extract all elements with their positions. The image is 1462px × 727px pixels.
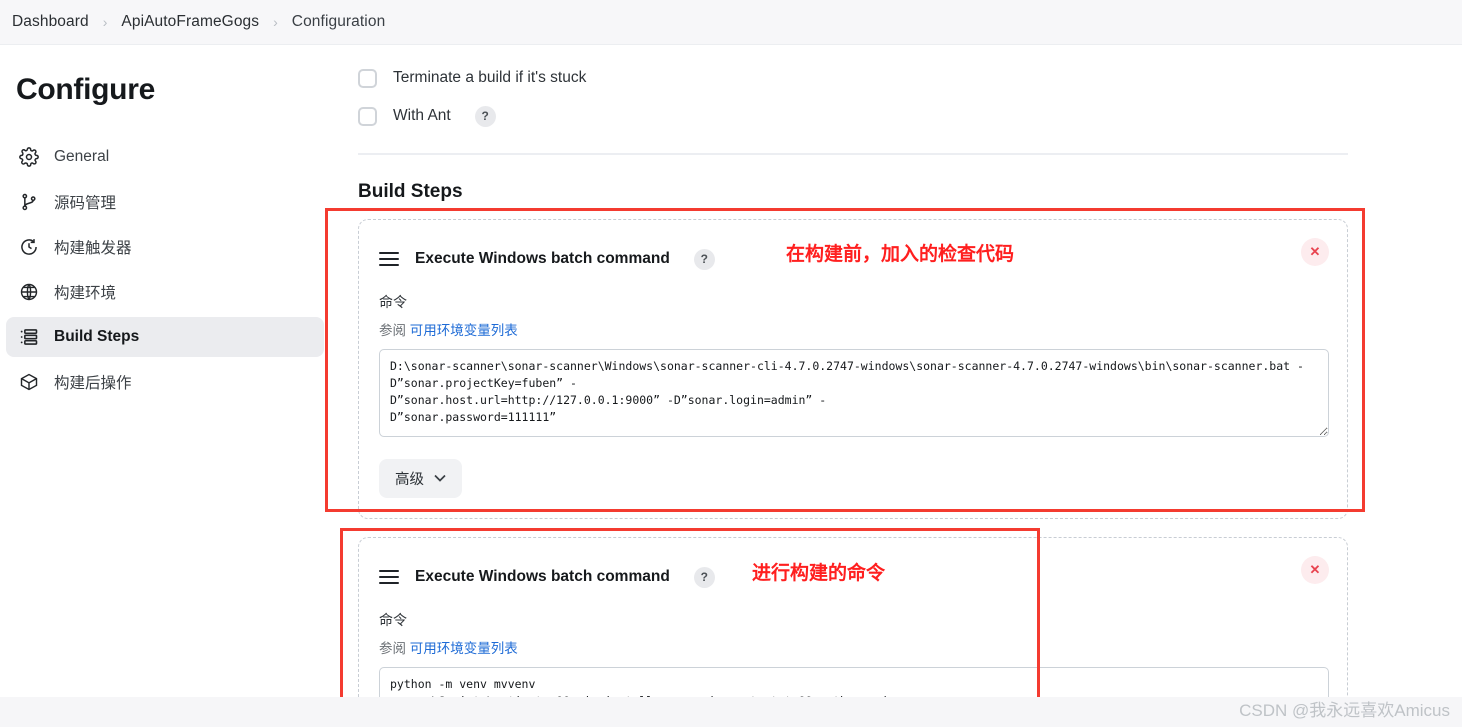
section-divider	[358, 153, 1348, 155]
sidebar-nav: General 源码管理 构建触发器 构建环境 Build Steps 构建后操…	[0, 137, 330, 402]
breadcrumb: Dashboard › ApiAutoFrameGogs › Configura…	[0, 0, 1462, 45]
drag-handle-icon[interactable]	[379, 252, 399, 266]
env-vars-note: 参阅 可用环境变量列表	[379, 637, 1327, 657]
breadcrumb-separator-icon: ›	[273, 14, 278, 30]
with-ant-label: With Ant	[393, 107, 451, 124]
help-icon[interactable]: ?	[693, 566, 715, 588]
breadcrumb-item-configuration[interactable]: Configuration	[288, 11, 390, 33]
sidebar-item-build-environment[interactable]: 构建环境	[6, 272, 324, 312]
with-ant-checkbox[interactable]	[358, 106, 377, 126]
terminate-stuck-checkbox[interactable]	[358, 68, 377, 88]
help-icon[interactable]: ?	[693, 248, 715, 270]
build-steps-heading: Build Steps	[358, 181, 463, 202]
clock-icon	[18, 236, 40, 258]
sidebar-item-build-triggers[interactable]: 构建触发器	[6, 227, 324, 267]
breadcrumb-separator-icon: ›	[102, 14, 108, 30]
drag-handle-icon[interactable]	[379, 570, 399, 584]
env-vars-note-prefix: 参阅	[379, 641, 406, 656]
checkbox-row-with-ant[interactable]: With Ant ?	[358, 97, 1352, 135]
sidebar-item-label: 源码管理	[54, 195, 117, 212]
checkbox-row-terminate-stuck[interactable]: Terminate a build if it's stuck	[358, 59, 1352, 97]
gear-icon	[18, 146, 40, 168]
main-content: Terminate a build if it's stuck With Ant…	[330, 45, 1462, 727]
build-step-title: Execute Windows batch command	[415, 568, 670, 585]
package-icon	[18, 371, 40, 393]
sidebar-item-label: General	[54, 148, 110, 165]
delete-step-button[interactable]: ✕	[1301, 238, 1329, 266]
annotation-label-first-step: 在构建前，加入的检查代码	[786, 243, 1015, 265]
breadcrumb-item-project[interactable]: ApiAutoFrameGogs	[117, 11, 263, 33]
advanced-toggle-label: 高级	[395, 472, 424, 488]
env-vars-note: 参阅 可用环境变量列表	[379, 319, 1327, 339]
command-textarea[interactable]	[379, 349, 1329, 437]
chevron-down-icon	[434, 473, 446, 485]
sidebar-item-build-steps[interactable]: Build Steps	[6, 317, 324, 357]
breadcrumb-item-dashboard[interactable]: Dashboard	[8, 11, 93, 33]
env-vars-note-prefix: 参阅	[379, 323, 406, 338]
sidebar-item-label: 构建环境	[54, 285, 117, 302]
command-field-label: 命令	[379, 612, 407, 628]
page-title: Configure	[16, 73, 155, 106]
advanced-toggle-button[interactable]: 高级	[379, 459, 462, 498]
sidebar-item-general[interactable]: General	[6, 137, 324, 177]
help-icon[interactable]: ?	[474, 105, 496, 127]
configure-page: Dashboard › ApiAutoFrameGogs › Configura…	[0, 0, 1462, 727]
available-env-vars-link[interactable]: 可用环境变量列表	[410, 323, 518, 338]
list-icon	[18, 326, 40, 348]
sidebar-item-label: 构建后操作	[54, 375, 132, 392]
sidebar-item-label: Build Steps	[54, 328, 140, 345]
build-step-title: Execute Windows batch command	[415, 250, 670, 267]
command-field-label: 命令	[379, 294, 407, 310]
sidebar-item-label: 构建触发器	[54, 240, 132, 257]
globe-icon	[18, 281, 40, 303]
available-env-vars-link[interactable]: 可用环境变量列表	[410, 641, 518, 656]
sidebar: Configure General 源码管理 构建触发器 构建环境 Build …	[0, 45, 330, 727]
build-steps-list: ✕ Execute Windows batch command ? 命令 参阅 …	[358, 219, 1352, 727]
annotation-label-second-step: 进行构建的命令	[752, 562, 886, 584]
delete-step-button[interactable]: ✕	[1301, 556, 1329, 584]
sidebar-item-post-build-actions[interactable]: 构建后操作	[6, 362, 324, 402]
watermark: CSDN @我永远喜欢Amicus	[1239, 701, 1450, 720]
sidebar-item-source-code-management[interactable]: 源码管理	[6, 182, 324, 222]
branch-icon	[18, 191, 40, 213]
terminate-stuck-label: Terminate a build if it's stuck	[393, 69, 587, 86]
